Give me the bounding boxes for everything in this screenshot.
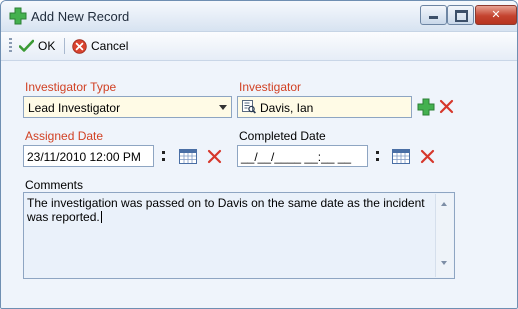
completed-date-field[interactable]: __/__/____ __:__ __ [237, 145, 368, 167]
completed-date-spinner-icon[interactable] [374, 149, 382, 163]
minimize-icon [421, 6, 446, 24]
ok-label: OK [38, 39, 56, 53]
assigned-date-field[interactable]: 23/11/2010 12:00 PM [23, 145, 154, 167]
assigned-date-label: Assigned Date [25, 129, 104, 143]
investigator-type-label: Investigator Type [25, 80, 117, 94]
clear-investigator-icon[interactable] [439, 99, 454, 114]
title-bar: Add New Record ✕ [1, 1, 517, 32]
scroll-down-icon[interactable] [441, 261, 447, 265]
ok-button[interactable]: OK [17, 36, 57, 56]
comments-value: The investigation was passed on to Davis… [27, 196, 425, 224]
toolbar-separator [64, 38, 65, 54]
dialog-window: Add New Record ✕ OK Cancel Investigator … [0, 0, 518, 309]
comments-textarea[interactable]: The investigation was passed on to Davis… [23, 192, 455, 279]
comments-scrollbar[interactable] [435, 194, 453, 277]
cancel-button[interactable]: Cancel [70, 36, 130, 56]
comments-text: The investigation was passed on to Davis… [27, 196, 427, 224]
window-title: Add New Record [31, 9, 130, 24]
text-caret [100, 211, 102, 223]
toolbar: OK Cancel [1, 32, 517, 61]
maximize-button[interactable] [447, 5, 474, 25]
lookup-icon[interactable] [242, 100, 256, 114]
calendar-icon[interactable] [392, 149, 410, 164]
investigator-label: Investigator [239, 80, 302, 94]
investigator-field[interactable]: Davis, Ian [237, 96, 412, 118]
investigator-type-value: Lead Investigator [28, 101, 121, 115]
chevron-down-icon[interactable] [219, 105, 227, 110]
close-button[interactable]: ✕ [475, 5, 517, 25]
toolbar-grip[interactable] [9, 38, 12, 54]
checkmark-icon [19, 39, 34, 52]
investigator-type-dropdown[interactable]: Lead Investigator [23, 96, 232, 118]
add-investigator-icon[interactable] [417, 98, 435, 116]
clear-completed-date-icon[interactable] [420, 149, 435, 164]
cancel-circle-icon [72, 38, 87, 54]
cancel-label: Cancel [91, 39, 129, 53]
green-plus-icon [9, 7, 27, 25]
investigator-value: Davis, Ian [260, 101, 314, 115]
maximize-icon [448, 6, 473, 24]
clear-assigned-date-icon[interactable] [207, 149, 222, 164]
close-icon: ✕ [491, 9, 501, 21]
assigned-date-value: 23/11/2010 12:00 PM [27, 150, 141, 164]
comments-label: Comments [25, 178, 84, 192]
completed-date-label: Completed Date [239, 129, 326, 143]
scroll-up-icon[interactable] [441, 202, 447, 206]
form-area: Investigator Type Lead Investigator Inve… [1, 61, 517, 308]
minimize-button[interactable] [420, 5, 447, 25]
assigned-date-spinner-icon[interactable] [160, 149, 168, 163]
completed-date-value: __/__/____ __:__ __ [241, 150, 352, 164]
calendar-icon[interactable] [179, 149, 197, 164]
